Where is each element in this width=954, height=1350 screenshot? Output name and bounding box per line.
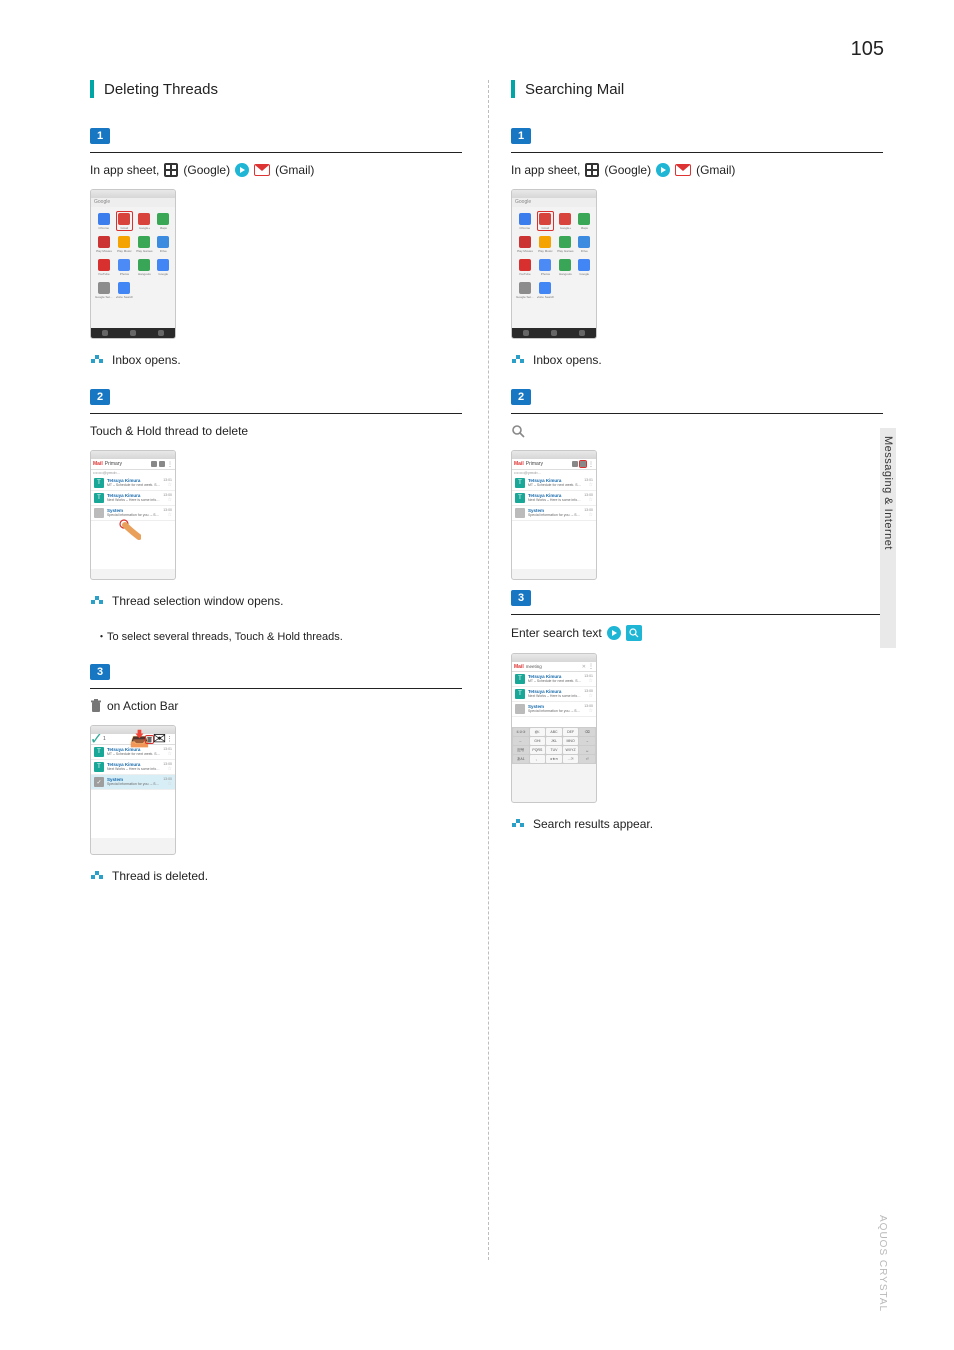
title-bar xyxy=(511,80,515,98)
result-icon xyxy=(90,869,104,883)
left-column: Deleting Threads 1 In app sheet, (Google… xyxy=(90,80,462,1260)
screenshot-app-sheet: GoogleChromeGmailGoogle+MapsPlay MoviesP… xyxy=(90,189,176,339)
trash-icon xyxy=(90,699,102,713)
left-step1-flow: In app sheet, (Google) (Gmail) xyxy=(90,163,462,177)
search-button-icon xyxy=(626,625,642,641)
text: (Gmail) xyxy=(696,163,735,177)
arrow-icon xyxy=(235,163,249,177)
step-badge: 2 xyxy=(511,389,531,405)
result-icon xyxy=(90,353,104,367)
left-step-1: 1 In app sheet, (Google) (Gmail) GoogleC… xyxy=(90,126,462,367)
screenshot-thread-hold: MailPrimary⋮•••••••@ymob...TTetsuya Kimu… xyxy=(90,450,176,580)
gmail-icon xyxy=(254,164,270,176)
text: Inbox opens. xyxy=(533,353,602,367)
text: on Action Bar xyxy=(107,699,178,713)
left-title-text: Deleting Threads xyxy=(104,81,218,98)
screenshot-action-bar: ✓1📥✉⋮TTetsuya KimuraMT – Schedule for ne… xyxy=(90,725,176,855)
left-step1-result: Inbox opens. xyxy=(90,353,462,367)
rule xyxy=(90,152,462,153)
arrow-icon xyxy=(656,163,670,177)
right-step3-result: Search results appear. xyxy=(511,817,883,831)
right-step1-flow: In app sheet, (Google) (Gmail) xyxy=(511,163,883,177)
left-step-2: 2 Touch & Hold thread to delete MailPrim… xyxy=(90,387,462,644)
step-badge: 2 xyxy=(90,389,110,405)
rule xyxy=(511,614,883,615)
search-icon xyxy=(511,424,525,438)
step-badge: 1 xyxy=(511,128,531,144)
text: Enter search text xyxy=(511,626,602,640)
right-step3-instruction: Enter search text xyxy=(511,625,883,641)
gmail-icon xyxy=(675,164,691,176)
result-icon xyxy=(511,353,525,367)
result-icon xyxy=(90,594,104,608)
text: (Google) xyxy=(604,163,651,177)
text: In app sheet, xyxy=(511,163,580,177)
left-step3-instruction: on Action Bar xyxy=(90,699,462,713)
screenshot-app-sheet: GoogleChromeGmailGoogle+MapsPlay MoviesP… xyxy=(511,189,597,339)
page-number: 105 xyxy=(851,38,884,61)
text: (Google) xyxy=(183,163,230,177)
right-title: Searching Mail xyxy=(511,80,883,98)
screenshot-mail-search-icon: MailPrimary⋮•••••••@ymob...TTetsuya Kimu… xyxy=(511,450,597,580)
rule xyxy=(90,688,462,689)
title-bar xyxy=(90,80,94,98)
result-icon xyxy=(511,817,525,831)
text: Inbox opens. xyxy=(112,353,181,367)
left-step2-subnote: ・To select several threads, Touch & Hold… xyxy=(96,628,462,644)
rule xyxy=(511,413,883,414)
left-step2-result: Thread selection window opens. xyxy=(90,594,462,608)
left-step2-instruction: Touch & Hold thread to delete xyxy=(90,424,462,438)
column-divider xyxy=(488,80,489,1260)
right-column: Searching Mail 1 In app sheet, (Google) … xyxy=(511,80,883,1260)
step-badge: 1 xyxy=(90,128,110,144)
arrow-icon xyxy=(607,626,621,640)
left-step3-result: Thread is deleted. xyxy=(90,869,462,883)
apps-grid-icon xyxy=(164,163,178,177)
apps-grid-icon xyxy=(585,163,599,177)
screenshot-search-results: Mailmeeting✕⋮TTetsuya KimuraMT – Schedul… xyxy=(511,653,597,803)
rule xyxy=(90,413,462,414)
left-title: Deleting Threads xyxy=(90,80,462,98)
right-step2-icon xyxy=(511,424,883,438)
right-step-2: 2 MailPrimary⋮•••••••@ymob...TTetsuya Ki… xyxy=(511,387,883,580)
left-step-3: 3 on Action Bar ✓1📥✉⋮TTetsuya KimuraMT –… xyxy=(90,662,462,883)
text: In app sheet, xyxy=(90,163,159,177)
text: Touch & Hold thread to delete xyxy=(90,424,248,438)
footer-brand: AQUOS CRYSTAL xyxy=(877,1215,888,1312)
text: (Gmail) xyxy=(275,163,314,177)
text: Search results appear. xyxy=(533,817,653,831)
step-badge: 3 xyxy=(511,590,531,606)
side-tab-label: Messaging & Internet xyxy=(882,436,894,550)
side-tab: Messaging & Internet xyxy=(880,428,896,648)
text: Thread is deleted. xyxy=(112,869,208,883)
rule xyxy=(511,152,883,153)
right-step-1: 1 In app sheet, (Google) (Gmail) GoogleC… xyxy=(511,126,883,367)
text: Thread selection window opens. xyxy=(112,594,283,608)
step-badge: 3 xyxy=(90,664,110,680)
right-title-text: Searching Mail xyxy=(525,81,624,98)
right-step-3: 3 Enter search text Mailmeeting✕⋮TTetsuy… xyxy=(511,588,883,831)
right-step1-result: Inbox opens. xyxy=(511,353,883,367)
